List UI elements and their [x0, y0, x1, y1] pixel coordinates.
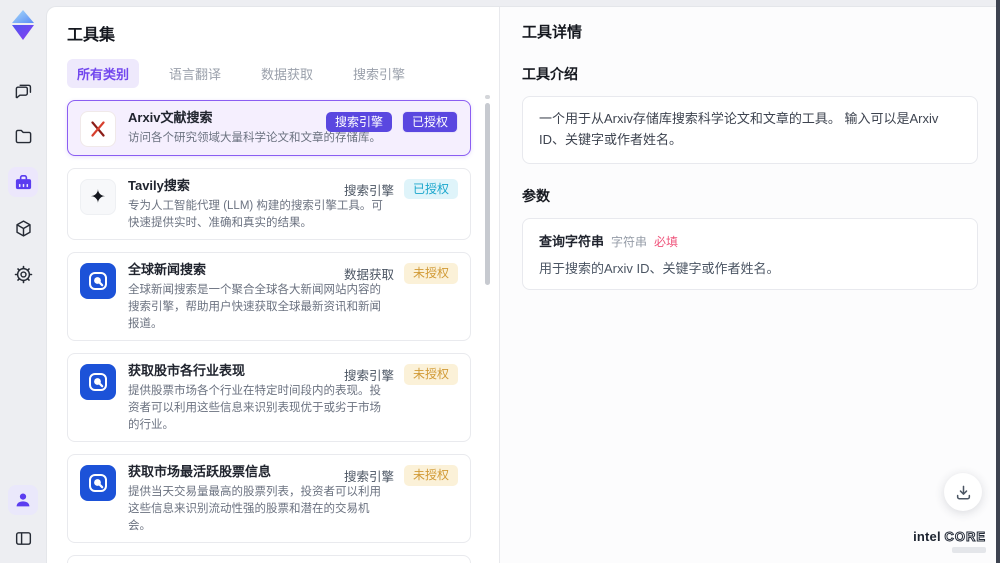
tool-description: 专为人工智能代理 (LLM) 构建的搜索引擎工具。可快速提供实时、准确和真实的结… [128, 200, 383, 229]
tool-intro-text: 一个用于从Arxiv存储库搜索科学论文和文章的工具。 输入可以是Arxiv ID… [539, 111, 939, 147]
toolbox-icon [15, 174, 31, 189]
intel-wordmark: intel [913, 529, 941, 544]
category-label: 搜索引擎 [343, 183, 394, 198]
scrollbar-cap [485, 95, 490, 99]
tool-list-scrollbar [485, 95, 490, 557]
download-icon [956, 485, 970, 499]
app-logo-icon [12, 10, 34, 40]
parameter-description: 用于搜索的Arxiv ID、关键字或作者姓名。 [539, 260, 780, 276]
category-badge: 搜索引擎 [325, 112, 392, 133]
tool-list: Arxiv文献搜索 访问各个研究领域大量科学论文和文章的存储库。 搜索引擎 已授… [67, 100, 499, 563]
news-search-icon [80, 263, 116, 300]
tool-tags: 搜索引擎 已授权 [343, 179, 458, 200]
tab-data-fetching[interactable]: 数据获取 [251, 59, 323, 88]
auth-status-badge: 未授权 [403, 465, 458, 486]
intel-core-badge: intel core [913, 529, 986, 553]
auth-status-badge: 已授权 [401, 111, 458, 134]
tools-panel: 工具集 所有类别 语言翻译 数据获取 搜索引擎 Arxiv文献搜索 访问各个研究… [47, 7, 500, 563]
news-search-icon [80, 364, 116, 401]
chat-icon [15, 84, 31, 98]
sidebar-item-chat[interactable] [8, 75, 38, 105]
window-edge-strip [996, 0, 1000, 563]
tool-tags: 搜索引擎 未授权 [343, 364, 458, 385]
tab-all-categories[interactable]: 所有类别 [67, 59, 140, 88]
tool-description: 全球新闻搜索是一个聚合全球各大新闻网站内容的搜索引擎，帮助用户快速获取全球最新资… [128, 284, 381, 330]
intro-section-title: 工具介绍 [522, 66, 578, 82]
tool-card-sector-performance[interactable]: 获取股市各行业表现 提供股票市场各个行业在特定时间段内的表现。投资者可以利用这些… [67, 353, 471, 443]
sidebar-item-account[interactable] [8, 485, 38, 515]
parameter-header: 查询字符串 字符串 必填 [539, 231, 961, 250]
tool-description: 提供当天交易量最高的股票列表，投资者可以利用这些信息来识别流动性强的股票和潜在的… [128, 486, 381, 532]
scrollbar-thumb[interactable] [485, 103, 490, 285]
sidebar-item-toolbox[interactable] [8, 167, 38, 197]
sparkle-icon: ✦ [80, 179, 116, 215]
tool-intro-card: 一个用于从Arxiv存储库搜索科学论文和文章的工具。 输入可以是Arxiv ID… [522, 96, 978, 164]
user-icon [16, 493, 30, 507]
sidebar-item-files[interactable] [8, 121, 38, 151]
category-label: 搜索引擎 [343, 369, 394, 384]
page-title: 工具集 [67, 27, 116, 44]
core-wordmark: core [944, 529, 986, 544]
tool-card-tavily[interactable]: ✦ Tavily搜索 专为人工智能代理 (LLM) 构建的搜索引擎工具。可快速提… [67, 168, 471, 241]
news-search-icon [80, 465, 116, 502]
tab-search-engine[interactable]: 搜索引擎 [343, 59, 415, 88]
download-button[interactable] [944, 473, 982, 511]
parameter-card: 查询字符串 字符串 必填 用于搜索的Arxiv ID、关键字或作者姓名。 [522, 217, 978, 290]
gear-icon [14, 265, 32, 283]
sidebar [0, 0, 46, 563]
category-label: 搜索引擎 [343, 470, 394, 485]
auth-status-badge: 已授权 [403, 179, 458, 200]
tool-card-arxiv[interactable]: Arxiv文献搜索 访问各个研究领域大量科学论文和文章的存储库。 搜索引擎 已授… [67, 100, 471, 156]
folder-icon [15, 129, 31, 143]
tab-language-translation[interactable]: 语言翻译 [159, 59, 231, 88]
required-badge: 必填 [654, 234, 679, 249]
tool-card-active-stocks[interactable]: 获取市场最活跃股票信息 提供当天交易量最高的股票列表，投资者可以利用这些信息来识… [67, 454, 471, 544]
auth-status-badge: 未授权 [403, 364, 458, 385]
panel-toggle-icon [15, 531, 31, 545]
params-section-title: 参数 [522, 187, 550, 204]
category-tabs: 所有类别 语言翻译 数据获取 搜索引擎 [67, 59, 499, 88]
arxiv-logo-icon [80, 111, 116, 147]
intel-core-subtext-bar [952, 547, 986, 553]
auth-status-badge: 未授权 [403, 263, 458, 284]
tool-description: 提供股票市场各个行业在特定时间段内的表现。投资者可以利用这些信息来识别表现优于或… [128, 385, 381, 431]
parameter-name: 查询字符串 [539, 233, 605, 249]
app-window: 工具集 所有类别 语言翻译 数据获取 搜索引擎 Arxiv文献搜索 访问各个研究… [0, 0, 1000, 563]
sidebar-item-packages[interactable] [8, 213, 38, 243]
cube-icon [15, 219, 31, 237]
tool-card-regional-news[interactable]: 万维地区新闻查询 查询具体行政区划内的新闻，快速了解各地新闻动 搜索引擎 未授权 [67, 555, 471, 563]
tool-tags: 搜索引擎 已授权 [325, 111, 458, 134]
sidebar-item-settings[interactable] [8, 259, 38, 289]
tool-tags: 数据获取 未授权 [343, 263, 458, 284]
tool-card-global-news[interactable]: 全球新闻搜索 全球新闻搜索是一个聚合全球各大新闻网站内容的搜索引擎，帮助用户快速… [67, 252, 471, 342]
parameter-type: 字符串 [611, 234, 648, 249]
sidebar-item-collapse[interactable] [8, 523, 38, 553]
tool-detail-panel: 工具详情 工具介绍 一个用于从Arxiv存储库搜索科学论文和文章的工具。 输入可… [500, 7, 1000, 563]
tool-tags: 搜索引擎 未授权 [343, 465, 458, 486]
category-label: 数据获取 [343, 268, 394, 283]
main-surface: 工具集 所有类别 语言翻译 数据获取 搜索引擎 Arxiv文献搜索 访问各个研究… [46, 6, 1000, 563]
detail-title: 工具详情 [522, 24, 583, 41]
